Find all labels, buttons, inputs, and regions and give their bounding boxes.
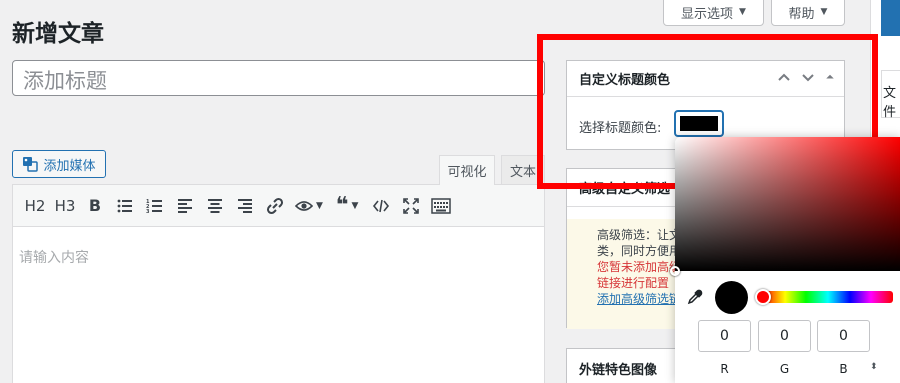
- keyboard-icon[interactable]: [427, 192, 455, 220]
- bold-button[interactable]: B: [81, 192, 109, 220]
- publish-button[interactable]: [881, 0, 900, 36]
- editor-toolbar: H2 H3 B 123 ▼ ❝ ▼: [13, 185, 544, 227]
- add-media-button[interactable]: 添加媒体: [12, 150, 106, 178]
- color-picker-popover: 0 0 0 R G B ⬍: [670, 137, 900, 383]
- screen-options-button[interactable]: 显示选项 ▼: [663, 0, 764, 26]
- red-input[interactable]: 0: [698, 320, 751, 352]
- format-toggle-icon[interactable]: ⬍: [870, 362, 878, 372]
- title-placeholder: 添加标题: [23, 69, 107, 93]
- heading3-button[interactable]: H3: [51, 192, 79, 220]
- preview-eye-icon[interactable]: ▼: [291, 192, 327, 220]
- fullscreen-icon[interactable]: [397, 192, 425, 220]
- saturation-value-area[interactable]: [675, 137, 900, 271]
- heading2-button[interactable]: H2: [21, 192, 49, 220]
- help-label: 帮助: [788, 6, 815, 22]
- tab-visual[interactable]: 可视化: [439, 155, 495, 185]
- hue-slider[interactable]: [763, 291, 893, 303]
- side-panel-text: 文件: [883, 86, 897, 120]
- hue-slider-handle[interactable]: [755, 289, 771, 305]
- post-title-input[interactable]: 添加标题: [12, 60, 545, 96]
- green-label: G: [779, 362, 790, 376]
- caret-down-icon: ▼: [820, 7, 828, 17]
- color-selector-handle[interactable]: [670, 266, 680, 276]
- current-color-preview: [715, 281, 748, 314]
- eyedropper-icon[interactable]: [687, 289, 703, 305]
- add-media-label: 添加媒体: [43, 158, 96, 174]
- page-title: 新增文章: [12, 21, 104, 47]
- caret-down-icon: ▼: [739, 7, 746, 17]
- content-editor[interactable]: H2 H3 B 123 ▼ ❝ ▼ 请输入内容: [12, 184, 545, 383]
- align-center-icon[interactable]: [201, 192, 229, 220]
- red-label: R: [720, 362, 729, 376]
- bullet-list-icon[interactable]: [111, 192, 139, 220]
- blockquote-icon[interactable]: ❝ ▼: [329, 192, 365, 220]
- link-icon[interactable]: [261, 192, 289, 220]
- help-button[interactable]: 帮助 ▼: [771, 0, 845, 26]
- svg-text:3: 3: [146, 209, 150, 215]
- align-left-icon[interactable]: [171, 192, 199, 220]
- screen-options-label: 显示选项: [681, 6, 734, 22]
- numbered-list-icon[interactable]: 123: [141, 192, 169, 220]
- blue-label: B: [839, 362, 848, 376]
- editor-placeholder: 请输入内容: [19, 250, 89, 266]
- align-right-icon[interactable]: [231, 192, 259, 220]
- media-icon: [23, 157, 39, 172]
- green-input[interactable]: 0: [758, 320, 811, 352]
- code-icon[interactable]: [367, 192, 395, 220]
- blue-input[interactable]: 0: [817, 320, 870, 352]
